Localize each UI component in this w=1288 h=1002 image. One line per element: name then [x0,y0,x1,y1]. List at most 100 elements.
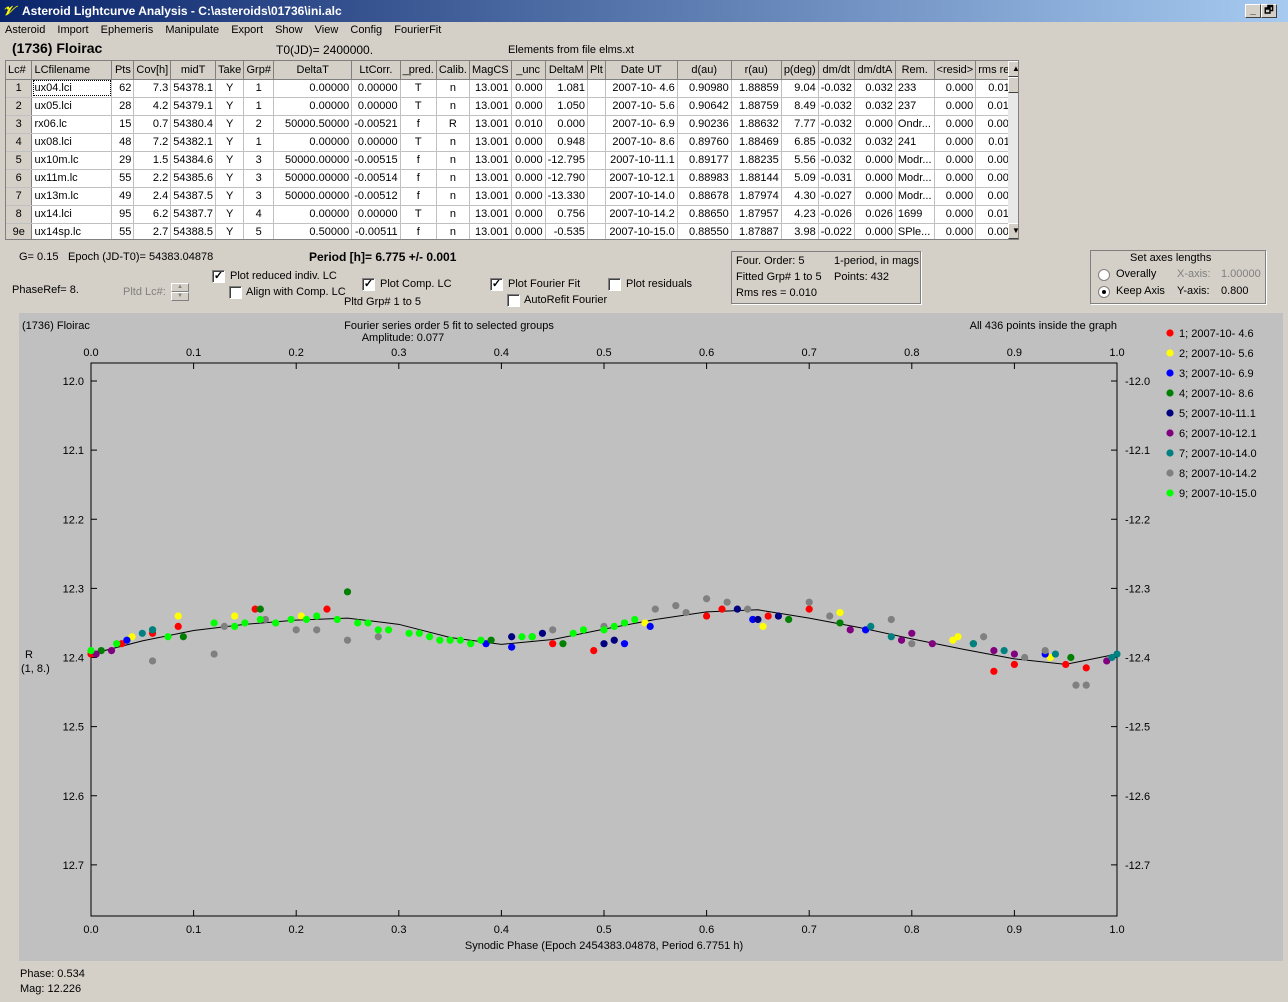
menu-config[interactable]: Config [345,22,386,36]
table-cell[interactable]: -0.032 [818,97,855,116]
table-cell[interactable]: -0.027 [818,187,855,206]
table-cell[interactable]: 7.3 [133,79,172,98]
table-cell[interactable]: 13.001 [469,115,512,134]
table-cell[interactable]: 1.88235 [731,151,782,170]
table-cell[interactable]: Ondr... [895,115,935,134]
table-cell[interactable]: 3.98 [781,223,819,239]
table-cell[interactable]: 7.2 [133,133,172,152]
row-header[interactable]: 1 [6,79,33,98]
table-cell[interactable]: 1.5 [133,151,172,170]
table-cell[interactable]: 55 [111,169,135,188]
x-axis-value[interactable]: 1.00000 [1221,268,1261,280]
table-cell[interactable]: 0.000 [934,169,977,188]
table-cell[interactable]: 1 [243,133,275,152]
column-header[interactable]: Pts [111,61,135,80]
table-cell[interactable]: ux14.lci [31,205,113,224]
table-cell[interactable]: 8.49 [781,97,819,116]
table-cell[interactable]: 54388.5 [170,223,216,239]
table-cell[interactable]: 13.001 [469,151,512,170]
menu-import[interactable]: Import [52,22,92,36]
table-cell[interactable]: 50000.00000 [273,151,353,170]
column-header[interactable]: LCfilename [31,61,113,80]
table-cell[interactable]: n [436,97,470,116]
table-cell[interactable]: 0.88678 [677,187,732,206]
y-axis-value[interactable]: 0.800 [1221,285,1249,297]
table-cell[interactable]: 6.85 [781,133,819,152]
table-cell[interactable]: -0.00512 [351,187,401,206]
table-cell[interactable]: 13.001 [469,223,512,239]
table-cell[interactable]: 241 [895,133,935,152]
row-header[interactable]: 4 [6,133,33,152]
table-row[interactable]: 4 ux08.lci 48 7.2 54382.1 Y 1 0.00000 0.00000 Tn 1… [6,133,1018,152]
row-header[interactable]: 7 [6,187,33,206]
table-cell[interactable]: 1.081 [545,79,588,98]
row-header[interactable]: 5 [6,151,33,170]
table-cell[interactable]: 0.89760 [677,133,732,152]
table-cell[interactable]: -0.00514 [351,169,401,188]
table-cell[interactable]: 54387.5 [170,187,216,206]
table-scrollbar[interactable]: ▲ ▼ [1008,61,1018,239]
lightcurve-plot-panel[interactable]: (1736) Floirac Fourier series order 5 fi… [19,313,1283,961]
table-cell[interactable]: 2007-10- 4.6 [605,79,678,98]
table-cell[interactable]: n [436,133,470,152]
spin-down-icon[interactable]: ▼ [171,292,189,301]
table-cell[interactable]: 2007-10-11.1 [605,151,678,170]
table-cell[interactable] [587,79,606,98]
table-cell[interactable]: 0.90236 [677,115,732,134]
table-cell[interactable]: 2007-10- 6.9 [605,115,678,134]
column-header[interactable]: Calib. [436,61,470,80]
menu-show[interactable]: Show [270,22,307,36]
table-cell[interactable]: -0.032 [818,79,855,98]
maximize-button[interactable]: 🗗 [1261,4,1277,18]
table-cell[interactable]: 2.4 [133,187,172,206]
table-cell[interactable]: Modr... [895,151,935,170]
table-cell[interactable] [587,205,606,224]
table-cell[interactable]: Y [215,205,245,224]
column-header[interactable]: dm/dt [818,61,855,80]
table-cell[interactable]: 0.000 [511,79,546,98]
table-cell[interactable]: 0.000 [934,151,977,170]
table-cell[interactable]: 2007-10-14.0 [605,187,678,206]
table-cell[interactable]: 5 [243,223,275,239]
column-header[interactable]: LtCorr. [351,61,401,80]
table-cell[interactable]: 2.7 [133,223,172,239]
table-cell[interactable]: ux13m.lc [31,187,113,206]
plot-fourier-checkbox[interactable]: ✓ [490,278,503,291]
table-cell[interactable]: T [400,133,437,152]
table-cell[interactable]: 7.77 [781,115,819,134]
table-cell[interactable]: 0.000 [511,151,546,170]
table-cell[interactable]: 0.000 [934,223,977,239]
table-cell[interactable]: T [400,205,437,224]
table-cell[interactable]: n [436,223,470,239]
table-cell[interactable]: 0.7 [133,115,172,134]
column-header[interactable]: DeltaT [273,61,353,80]
table-cell[interactable]: 0.000 [511,133,546,152]
table-cell[interactable]: -0.026 [818,205,855,224]
table-cell[interactable]: 0.756 [545,205,588,224]
table-cell[interactable]: Modr... [895,169,935,188]
table-cell[interactable]: 0.00000 [273,133,353,152]
table-cell[interactable]: ux14sp.lc [31,223,113,239]
table-cell[interactable]: 50000.00000 [273,187,353,206]
table-cell[interactable]: 237 [895,97,935,116]
table-cell[interactable]: 0.000 [934,97,977,116]
column-header[interactable]: MagCS [469,61,512,80]
table-cell[interactable]: 0.90980 [677,79,732,98]
table-cell[interactable]: 5.09 [781,169,819,188]
table-cell[interactable]: 1.87974 [731,187,782,206]
table-cell[interactable]: 54382.1 [170,133,216,152]
table-cell[interactable]: 0.032 [854,97,896,116]
table-cell[interactable]: 49 [111,187,135,206]
table-cell[interactable]: 0.032 [854,79,896,98]
table-cell[interactable]: f [400,169,437,188]
plot-residuals-checkbox[interactable] [608,278,621,291]
table-cell[interactable]: Y [215,133,245,152]
table-cell[interactable]: 0.00000 [273,205,353,224]
table-cell[interactable]: 54379.1 [170,97,216,116]
menu-ephemeris[interactable]: Ephemeris [96,22,158,36]
table-cell[interactable] [587,97,606,116]
table-row[interactable]: 8 ux14.lci 95 6.2 54387.7 Y 4 0.00000 0.00000 Tn 1… [6,205,1018,224]
table-cell[interactable]: 54385.6 [170,169,216,188]
table-cell[interactable]: -12.790 [545,169,588,188]
table-cell[interactable]: f [400,223,437,239]
